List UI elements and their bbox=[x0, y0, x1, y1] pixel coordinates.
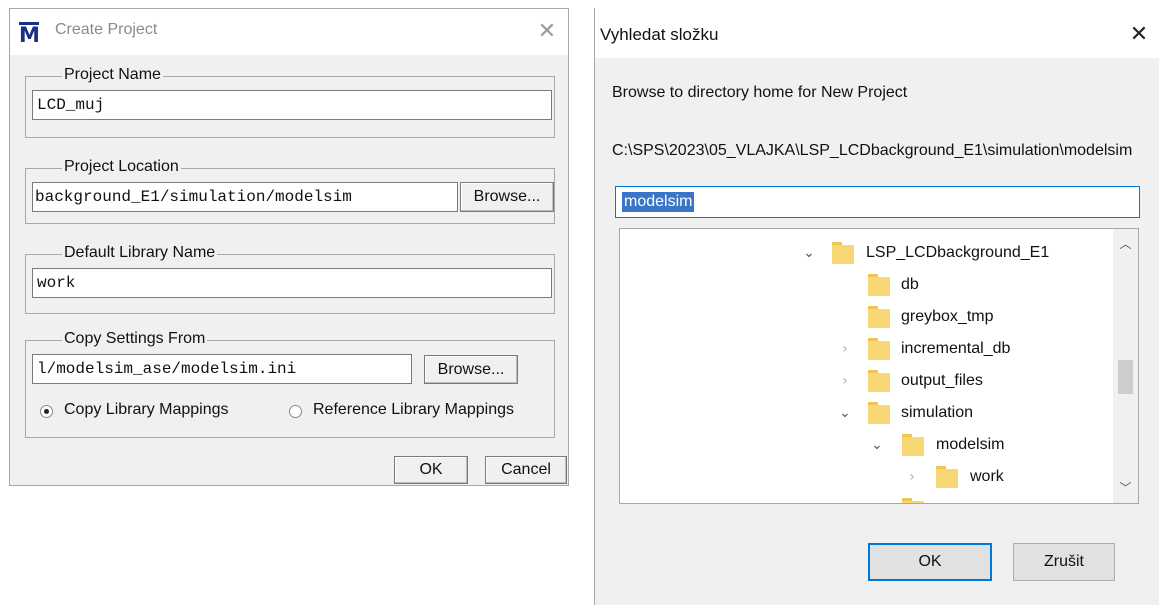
create-project-dialog: M Create Project ✕ Project Name LCD_muj … bbox=[9, 8, 569, 486]
copy-library-mappings-radio[interactable] bbox=[40, 405, 53, 418]
chevron-right-icon[interactable]: › bbox=[905, 469, 919, 485]
tree-item-incremental-db[interactable]: › incremental_db bbox=[620, 334, 1110, 366]
tree-item-label: greybox_tmp bbox=[901, 308, 994, 325]
tree-item-label: output_files bbox=[901, 372, 983, 389]
project-name-input[interactable]: LCD_muj bbox=[32, 90, 552, 120]
tree-item-label: LSP_LCDbackground_E1 bbox=[866, 244, 1050, 261]
folder-icon bbox=[832, 242, 854, 264]
copy-settings-browse-button[interactable]: Browse... bbox=[424, 355, 518, 384]
tree-item-output-files[interactable]: › output_files bbox=[620, 366, 1110, 398]
project-location-browse-button[interactable]: Browse... bbox=[460, 182, 554, 212]
folder-icon bbox=[902, 498, 924, 503]
project-name-group: Project Name LCD_muj bbox=[25, 66, 555, 138]
modelsim-logo-icon: M bbox=[19, 23, 40, 47]
browse-folder-dialog: Vyhledat složku ✕ Browse to directory ho… bbox=[594, 8, 1159, 605]
default-library-input[interactable]: work bbox=[32, 268, 552, 298]
chevron-right-icon[interactable]: › bbox=[838, 341, 852, 357]
dialog-title: Create Project bbox=[55, 21, 158, 38]
copy-library-mappings-label: Copy Library Mappings bbox=[64, 401, 229, 418]
copy-settings-label: Copy Settings From bbox=[62, 330, 208, 348]
chevron-down-icon[interactable]: ⌄ bbox=[870, 437, 884, 453]
create-project-titlebar[interactable]: M Create Project ✕ bbox=[10, 9, 568, 55]
tree-item-simulation[interactable]: ⌄ simulation bbox=[620, 398, 1110, 430]
tree-item-label: db bbox=[901, 276, 919, 293]
project-name-label: Project Name bbox=[62, 66, 163, 84]
tree-item-work[interactable]: › work bbox=[620, 462, 1110, 494]
folder-icon bbox=[868, 402, 890, 424]
scroll-up-icon[interactable]: ︿ bbox=[1113, 231, 1138, 257]
close-icon[interactable]: ✕ bbox=[1126, 22, 1152, 48]
tree-item-greybox-tmp[interactable]: greybox_tmp bbox=[620, 302, 1110, 334]
tree-item-label: incremental_db bbox=[901, 340, 1011, 357]
ok-button[interactable]: OK bbox=[868, 543, 992, 581]
folder-icon bbox=[902, 434, 924, 456]
folder-name-input[interactable]: modelsim bbox=[615, 186, 1140, 218]
folder-icon bbox=[868, 338, 890, 360]
folder-icon bbox=[868, 306, 890, 328]
project-location-group: Project Location background_E1/simulatio… bbox=[25, 158, 555, 224]
chevron-right-icon[interactable]: › bbox=[838, 373, 852, 389]
default-library-label: Default Library Name bbox=[62, 244, 218, 262]
project-location-input[interactable]: background_E1/simulation/modelsim bbox=[32, 182, 458, 212]
scroll-down-icon[interactable]: ﹀ bbox=[1113, 475, 1138, 501]
tree-scrollbar[interactable]: ︿ ﹀ bbox=[1113, 229, 1138, 503]
ok-button[interactable]: OK bbox=[394, 456, 468, 484]
browse-folder-titlebar[interactable]: Vyhledat složku ✕ bbox=[595, 8, 1159, 58]
tree-item-label: simulation bbox=[901, 404, 974, 421]
current-path: C:\SPS\2023\05_VLAJKA\LSP_LCDbackground_… bbox=[612, 142, 1133, 159]
tree-item-lsp-lcdbackground[interactable]: ⌄ LSP_LCDbackground_E1 bbox=[620, 238, 1110, 270]
tree-item-modelsim[interactable]: ⌄ modelsim bbox=[620, 430, 1110, 462]
folder-icon bbox=[868, 370, 890, 392]
project-location-label: Project Location bbox=[62, 158, 181, 176]
browse-description: Browse to directory home for New Project bbox=[612, 84, 908, 101]
copy-settings-group: Copy Settings From l/modelsim_ase/models… bbox=[25, 330, 555, 438]
cancel-button[interactable]: Zrušit bbox=[1013, 543, 1115, 581]
tree-item-partial[interactable] bbox=[620, 494, 1110, 503]
tree-item-label: work bbox=[970, 468, 1004, 485]
tree-item-label: modelsim bbox=[936, 436, 1005, 453]
folder-name-selected-text: modelsim bbox=[622, 192, 695, 212]
folder-icon bbox=[868, 274, 890, 296]
copy-settings-input[interactable]: l/modelsim_ase/modelsim.ini bbox=[32, 354, 412, 384]
reference-library-mappings-radio[interactable] bbox=[289, 405, 302, 418]
reference-library-mappings-label: Reference Library Mappings bbox=[313, 401, 514, 418]
folder-tree[interactable]: ⌄ LSP_LCDbackground_E1 db greybox_tmp › … bbox=[619, 228, 1139, 504]
dialog-title: Vyhledat složku bbox=[600, 25, 719, 44]
cancel-button[interactable]: Cancel bbox=[485, 456, 567, 484]
scrollbar-thumb[interactable] bbox=[1118, 360, 1133, 394]
chevron-down-icon[interactable]: ⌄ bbox=[802, 245, 816, 261]
close-icon[interactable]: ✕ bbox=[534, 19, 560, 45]
chevron-down-icon[interactable]: ⌄ bbox=[838, 405, 852, 421]
folder-icon bbox=[936, 466, 958, 488]
default-library-group: Default Library Name work bbox=[25, 244, 555, 314]
tree-item-db[interactable]: db bbox=[620, 270, 1110, 302]
